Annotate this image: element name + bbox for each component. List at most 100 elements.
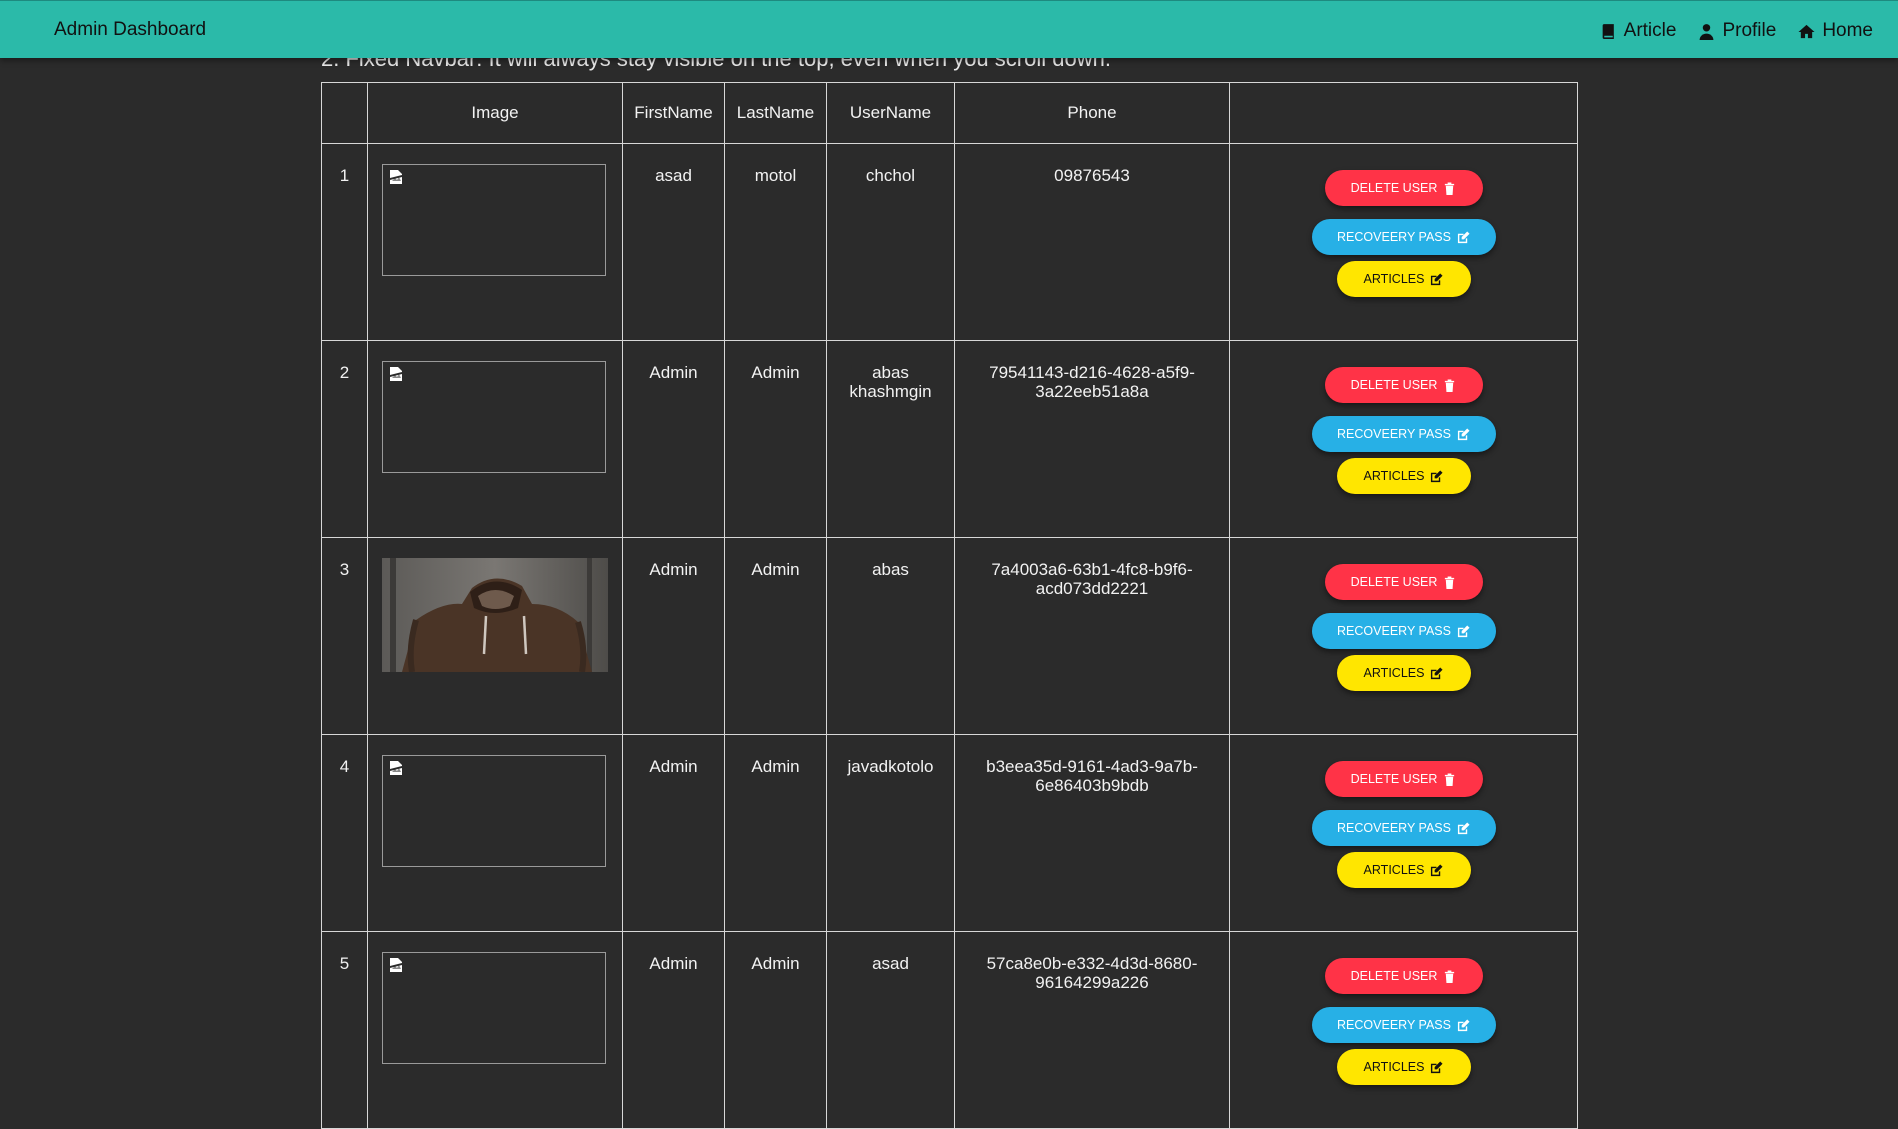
- cell-username: asad: [826, 931, 955, 1129]
- delete-user-button[interactable]: DELETE USER: [1324, 761, 1483, 797]
- delete-user-button[interactable]: DELETE USER: [1324, 367, 1483, 403]
- cell-firstname: asad: [622, 143, 725, 341]
- image-cell: [367, 931, 623, 1129]
- delete-user-button[interactable]: DELETE USER: [1324, 170, 1483, 206]
- delete-user-label: DELETE USER: [1350, 181, 1438, 195]
- edit-icon: [1457, 230, 1470, 244]
- articles-label: ARTICLES: [1363, 863, 1425, 877]
- hooded-person-image: [382, 558, 608, 672]
- table-row: 5 Admin Admin asad 57ca8e0b-e332-4d3d-86…: [321, 931, 1578, 1129]
- user-image: [382, 361, 606, 473]
- articles-label: ARTICLES: [1363, 1060, 1425, 1074]
- column-header-firstname: FirstName: [622, 82, 725, 144]
- delete-user-button[interactable]: DELETE USER: [1324, 958, 1483, 994]
- edit-icon: [1430, 272, 1443, 286]
- table-row: 4 Admin Admin javadkotolo b3eea35d-9161-…: [321, 734, 1578, 932]
- trash-icon: [1443, 181, 1456, 195]
- broken-image-icon: [389, 760, 403, 776]
- cell-lastname: motol: [724, 143, 827, 341]
- edit-icon: [1430, 666, 1443, 680]
- row-index: 2: [321, 340, 368, 538]
- user-image: [382, 952, 606, 1064]
- edit-icon: [1430, 863, 1443, 877]
- cell-firstname: Admin: [622, 340, 725, 538]
- row-index: 5: [321, 931, 368, 1129]
- column-header-username: UserName: [826, 82, 955, 144]
- actions-cell: DELETE USER RECOVEERY PASS ARTICLES: [1229, 734, 1578, 932]
- cell-username: abas: [826, 537, 955, 735]
- nav-link-profile[interactable]: Profile: [1698, 20, 1776, 42]
- table-row: 1 asad motol chchol 09876543 DELETE USER: [321, 143, 1578, 341]
- nav-link-article[interactable]: Article: [1600, 20, 1677, 42]
- nav-link-label: Home: [1822, 20, 1873, 41]
- home-icon: [1798, 23, 1815, 40]
- image-cell: [367, 143, 623, 341]
- recover-pass-label: RECOVEERY PASS: [1337, 624, 1451, 638]
- cell-firstname: Admin: [622, 931, 725, 1129]
- nav-link-label: Article: [1623, 20, 1677, 41]
- articles-label: ARTICLES: [1363, 469, 1425, 483]
- articles-button[interactable]: ARTICLES: [1336, 852, 1471, 888]
- broken-image-icon: [389, 366, 403, 382]
- edit-icon: [1457, 427, 1470, 441]
- row-index: 4: [321, 734, 368, 932]
- navbar: Admin Dashboard Article Profile Home: [0, 0, 1898, 58]
- recover-pass-button[interactable]: RECOVEERY PASS: [1311, 1007, 1496, 1043]
- image-cell: [367, 734, 623, 932]
- cell-username: javadkotolo: [826, 734, 955, 932]
- table-header-row: Image FirstName LastName UserName Phone: [321, 82, 1578, 144]
- brand-title[interactable]: Admin Dashboard: [54, 19, 206, 41]
- image-cell: [367, 340, 623, 538]
- row-index: 1: [321, 143, 368, 341]
- delete-user-label: DELETE USER: [1350, 575, 1438, 589]
- recover-pass-button[interactable]: RECOVEERY PASS: [1311, 416, 1496, 452]
- table-row: 2 Admin Admin abas khashmgin 79541143-d2…: [321, 340, 1578, 538]
- cell-username: abas khashmgin: [826, 340, 955, 538]
- recover-pass-label: RECOVEERY PASS: [1337, 821, 1451, 835]
- actions-cell: DELETE USER RECOVEERY PASS ARTICLES: [1229, 931, 1578, 1129]
- edit-icon: [1457, 624, 1470, 638]
- cell-phone: b3eea35d-9161-4ad3-9a7b-6e86403b9bdb: [954, 734, 1230, 932]
- user-image: [382, 755, 606, 867]
- trash-icon: [1443, 575, 1456, 589]
- recover-pass-button[interactable]: RECOVEERY PASS: [1311, 810, 1496, 846]
- cell-lastname: Admin: [724, 734, 827, 932]
- column-header-image: Image: [367, 82, 623, 144]
- recover-pass-label: RECOVEERY PASS: [1337, 427, 1451, 441]
- articles-button[interactable]: ARTICLES: [1336, 261, 1471, 297]
- cell-firstname: Admin: [622, 537, 725, 735]
- actions-cell: DELETE USER RECOVEERY PASS ARTICLES: [1229, 537, 1578, 735]
- delete-user-button[interactable]: DELETE USER: [1324, 564, 1483, 600]
- cell-firstname: Admin: [622, 734, 725, 932]
- actions-cell: DELETE USER RECOVEERY PASS ARTICLES: [1229, 340, 1578, 538]
- column-header-phone: Phone: [954, 82, 1230, 144]
- cell-lastname: Admin: [724, 340, 827, 538]
- articles-button[interactable]: ARTICLES: [1336, 458, 1471, 494]
- recover-pass-button[interactable]: RECOVEERY PASS: [1311, 613, 1496, 649]
- recover-pass-button[interactable]: RECOVEERY PASS: [1311, 219, 1496, 255]
- delete-user-label: DELETE USER: [1350, 772, 1438, 786]
- articles-label: ARTICLES: [1363, 272, 1425, 286]
- cell-phone: 09876543: [954, 143, 1230, 341]
- recover-pass-label: RECOVEERY PASS: [1337, 1018, 1451, 1032]
- nav-link-label: Profile: [1722, 20, 1777, 41]
- user-icon: [1698, 23, 1715, 40]
- cell-phone: 79541143-d216-4628-a5f9-3a22eeb51a8a: [954, 340, 1230, 538]
- delete-user-label: DELETE USER: [1350, 378, 1438, 392]
- nav-links: Article Profile Home: [1600, 20, 1873, 42]
- edit-icon: [1457, 1018, 1470, 1032]
- broken-image-icon: [389, 169, 403, 185]
- book-icon: [1600, 23, 1617, 40]
- edit-icon: [1457, 821, 1470, 835]
- table-row: 3 Admin Admin abas 7a4003a6-63b1-4fc8-b9…: [321, 537, 1578, 735]
- articles-button[interactable]: ARTICLES: [1336, 655, 1471, 691]
- edit-icon: [1430, 1060, 1443, 1074]
- articles-button[interactable]: ARTICLES: [1336, 1049, 1471, 1085]
- actions-cell: DELETE USER RECOVEERY PASS ARTICLES: [1229, 143, 1578, 341]
- image-cell: [367, 537, 623, 735]
- column-header-actions: [1229, 82, 1578, 144]
- user-image: [382, 164, 606, 276]
- nav-link-home[interactable]: Home: [1798, 20, 1873, 42]
- articles-label: ARTICLES: [1363, 666, 1425, 680]
- cell-phone: 7a4003a6-63b1-4fc8-b9f6-acd073dd2221: [954, 537, 1230, 735]
